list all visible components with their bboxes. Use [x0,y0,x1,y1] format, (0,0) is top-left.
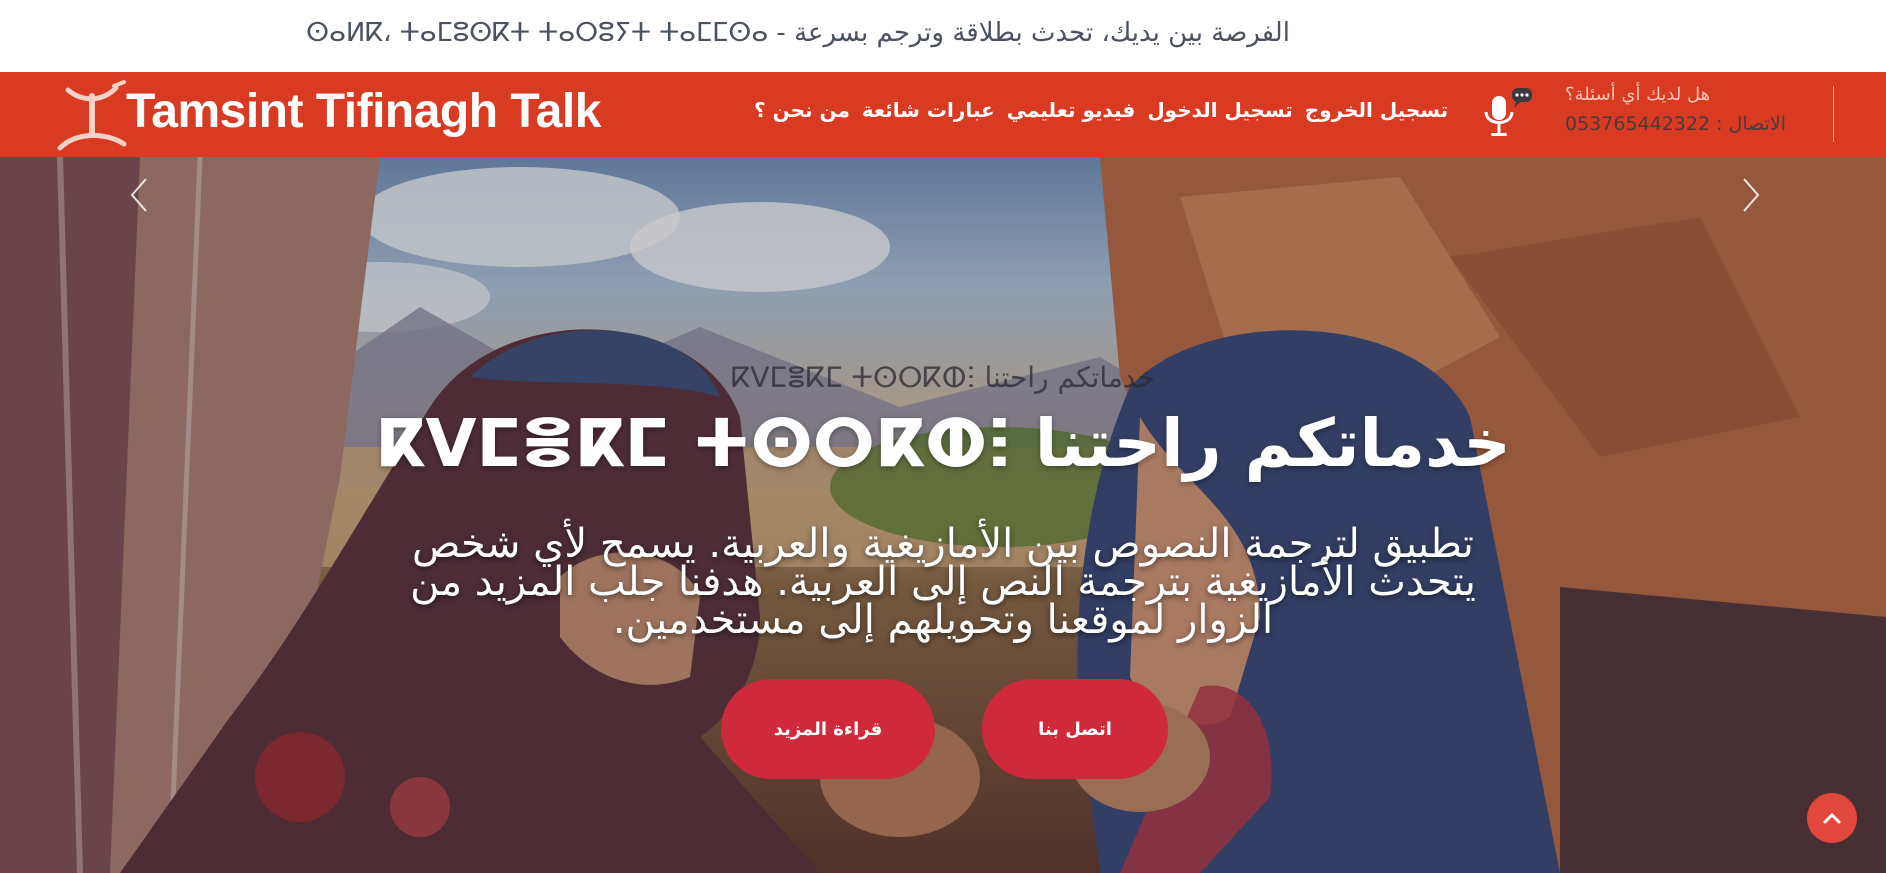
top-tagline: ⵙⴰⵍⴽ، ⵜⴰⵎⵓⵙⴽⵜ ⵜⴰⵔⵓⵢⵜ ⵜⴰⵎⵎⵙⴰ - الفرصة بين… [306,18,1290,48]
brand-name[interactable]: Tamsint Tifinagh Talk [126,84,601,139]
hero-overlay [0,157,1886,873]
navbar: Tamsint Tifinagh Talk تسجيل الخروج تسجيل… [0,72,1886,157]
nav-menu: تسجيل الخروج تسجيل الدخول فيديو تعليمي ع… [754,98,1448,122]
logo-icon[interactable] [54,78,130,152]
nav-item-tutorial-video[interactable]: فيديو تعليمي [1007,98,1136,122]
chevron-up-icon [1823,812,1841,824]
carousel-prev-arrow-icon[interactable] [124,175,154,215]
hero-title: ⴽⴸⵎⴻⴽⵎ ⵜⵙⵔⴽⵀⵗ خدماتكم راحتنا [375,405,1511,482]
nav-item-login[interactable]: تسجيل الدخول [1147,98,1292,122]
contact-phone[interactable]: الاتصال : 053765442322 [1565,113,1786,135]
contact-us-button[interactable]: اتصل بنا [982,679,1168,779]
top-strip: ⵙⴰⵍⴽ، ⵜⴰⵎⵓⵙⴽⵜ ⵜⴰⵔⵓⵢⵜ ⵜⴰⵎⵎⵙⴰ - الفرصة بين… [0,0,1886,72]
contact-question: هل لديك أي أسئلة؟ [1565,84,1711,105]
contact-block: هل لديك أي أسئلة؟ الاتصال : 053765442322 [1565,84,1786,135]
nav-item-logout[interactable]: تسجيل الخروج [1305,98,1448,122]
hero-carousel: ⴽⴸⵎⴻⴽⵎ ⵜⵙⵔⴽⵀⵗ خدماتكم راحتنا ⴽⴸⵎⴻⴽⵎ ⵜⵙⵔⴽ… [0,157,1886,873]
hero-subtitle: ⴽⴸⵎⴻⴽⵎ ⵜⵙⵔⴽⵀⵗ خدماتكم راحتنا [731,361,1155,394]
carousel-next-arrow-icon[interactable] [1736,175,1766,215]
nav-item-common-phrases[interactable]: عبارات شائعة [862,98,995,122]
read-more-button[interactable]: قراءة المزيد [721,679,935,779]
hero-description: تطبيق لترجمة النصوص بين الأمازيغية والعر… [410,521,1476,643]
nav-divider [1833,86,1834,142]
microphone-chat-icon [1480,86,1538,144]
scroll-to-top-button[interactable] [1807,793,1857,843]
nav-item-about-us[interactable]: من نحن ؟ [754,98,850,122]
